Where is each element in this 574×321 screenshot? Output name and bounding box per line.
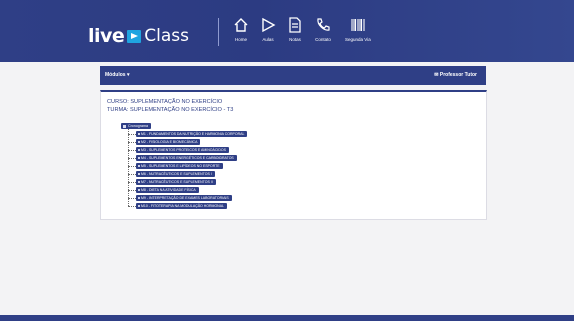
- module-label: M9 - INTERPRETAÇÃO DE EXAMES LABORATORIA…: [141, 196, 229, 200]
- module-label: M4 - SUPLEMENTOS ENERGÉTICOS E CARBOIDRA…: [141, 156, 234, 160]
- nav-home[interactable]: Home: [233, 17, 249, 42]
- module-pill[interactable]: M5 - SUPLEMENTOS E LIPÍDEOS NO ESPORTE: [136, 163, 223, 169]
- branch-line: [128, 182, 136, 183]
- class-value: SUPLEMENTAÇÃO NO EXERCÍCIO - T3: [130, 107, 234, 113]
- module-pill[interactable]: M2 - FISIOLOGIA E BIOMECÂNICA: [136, 139, 201, 145]
- home-icon: [234, 18, 248, 32]
- module-label: M1 - FUNDAMENTOS DA NUTRIÇÃO E HARMONIA …: [141, 132, 245, 136]
- folder-icon: [138, 181, 140, 184]
- folder-icon: [123, 124, 126, 128]
- branch-line: [128, 158, 136, 159]
- folder-icon: [138, 141, 140, 144]
- module-pill[interactable]: M3 - SUPLEMENTOS PROTEICOS E AMINOÁCIDOS: [136, 147, 229, 153]
- tree-connector: [128, 129, 129, 206]
- logo-play-icon: [127, 29, 142, 43]
- course-panel: CURSO: SUPLEMENTAÇÃO NO EXERCÍCIO TURMA:…: [100, 90, 487, 220]
- modules-bar: Módulos ▾ ✉ Professor Tutor: [100, 66, 486, 85]
- folder-icon: [138, 157, 140, 160]
- nav-segunda-via-label: Segunda Via: [345, 37, 371, 42]
- folder-icon: [138, 205, 140, 208]
- nav-notas[interactable]: Notas: [288, 17, 302, 42]
- module-label: M2 - FISIOLOGIA E BIOMECÂNICA: [141, 140, 198, 144]
- folder-icon: [138, 149, 140, 152]
- branch-line: [128, 190, 136, 191]
- module-label: M7 - NUTRACÊUTICOS E SUPLEMENTOS II: [141, 180, 213, 184]
- nav-segunda-via[interactable]: Segunda Via: [345, 17, 371, 42]
- live-class-logo[interactable]: live Class: [88, 25, 189, 47]
- module-pill[interactable]: M9 - INTERPRETAÇÃO DE EXAMES LABORATORIA…: [136, 195, 232, 201]
- nav-contato-label: Contato: [315, 37, 331, 42]
- branch-line: [128, 142, 136, 143]
- module-tree: M1 - FUNDAMENTOS DA NUTRIÇÃO E HARMONIA …: [128, 129, 328, 219]
- course-label: CURSO:: [107, 99, 129, 105]
- folder-icon: [138, 133, 140, 136]
- branch-line: [128, 166, 136, 167]
- document-icon: [289, 17, 301, 33]
- module-pill[interactable]: M6 - NUTRACÊUTICOS E SUPLEMENTOS I: [136, 171, 215, 177]
- nav-contato[interactable]: Contato: [315, 17, 331, 42]
- professor-tutor-link[interactable]: ✉ Professor Tutor: [434, 72, 477, 78]
- branch-line: [128, 134, 136, 135]
- barcode-icon: [351, 19, 365, 31]
- branch-line: [128, 174, 136, 175]
- branch-line: [128, 198, 136, 199]
- module-label: M8 - DIETA NA ATIVIDADE FÍSICA: [141, 188, 196, 192]
- branch-line: [128, 206, 136, 207]
- logo-live-text: live: [88, 25, 125, 47]
- module-pill[interactable]: M8 - DIETA NA ATIVIDADE FÍSICA: [136, 187, 199, 193]
- module-pill[interactable]: M1 - FUNDAMENTOS DA NUTRIÇÃO E HARMONIA …: [136, 131, 248, 137]
- folder-icon: [138, 173, 140, 176]
- nav-aulas-label: Aulas: [262, 37, 274, 42]
- folder-icon: [138, 197, 140, 200]
- module-pill[interactable]: M7 - NUTRACÊUTICOS E SUPLEMENTOS II: [136, 179, 216, 185]
- folder-icon: [138, 189, 140, 192]
- nav-home-label: Home: [234, 37, 247, 42]
- branch-line: [128, 150, 136, 151]
- top-header: live Class Home Aulas Notas Contato Segu…: [0, 0, 574, 62]
- header-divider: [218, 18, 219, 46]
- course-line: CURSO: SUPLEMENTAÇÃO NO EXERCÍCIO: [107, 99, 222, 105]
- class-label: TURMA:: [107, 107, 129, 113]
- module-pill[interactable]: M4 - SUPLEMENTOS ENERGÉTICOS E CARBOIDRA…: [136, 155, 237, 161]
- logo-class-text: Class: [144, 26, 190, 46]
- nav-notas-label: Notas: [289, 37, 301, 42]
- module-label: M10 - FITOTERAPIA NA MODULAÇÃO HORMONAL: [141, 204, 224, 208]
- module-pill[interactable]: M10 - FITOTERAPIA NA MODULAÇÃO HORMONAL: [136, 203, 227, 209]
- tree-root-label: Cronograma: [128, 124, 148, 128]
- folder-icon: [138, 165, 140, 168]
- phone-icon: [317, 18, 330, 31]
- class-line: TURMA: SUPLEMENTAÇÃO NO EXERCÍCIO - T3: [107, 107, 233, 113]
- course-value: SUPLEMENTAÇÃO NO EXERCÍCIO: [130, 99, 223, 105]
- play-icon: [262, 17, 276, 33]
- module-label: M6 - NUTRACÊUTICOS E SUPLEMENTOS I: [141, 172, 212, 176]
- module-label: M3 - SUPLEMENTOS PROTEICOS E AMINOÁCIDOS: [141, 148, 226, 152]
- modules-dropdown[interactable]: Módulos ▾: [105, 72, 129, 78]
- nav-aulas[interactable]: Aulas: [260, 17, 276, 42]
- footer-bar: [0, 315, 574, 321]
- module-label: M5 - SUPLEMENTOS E LIPÍDEOS NO ESPORTE: [141, 164, 220, 168]
